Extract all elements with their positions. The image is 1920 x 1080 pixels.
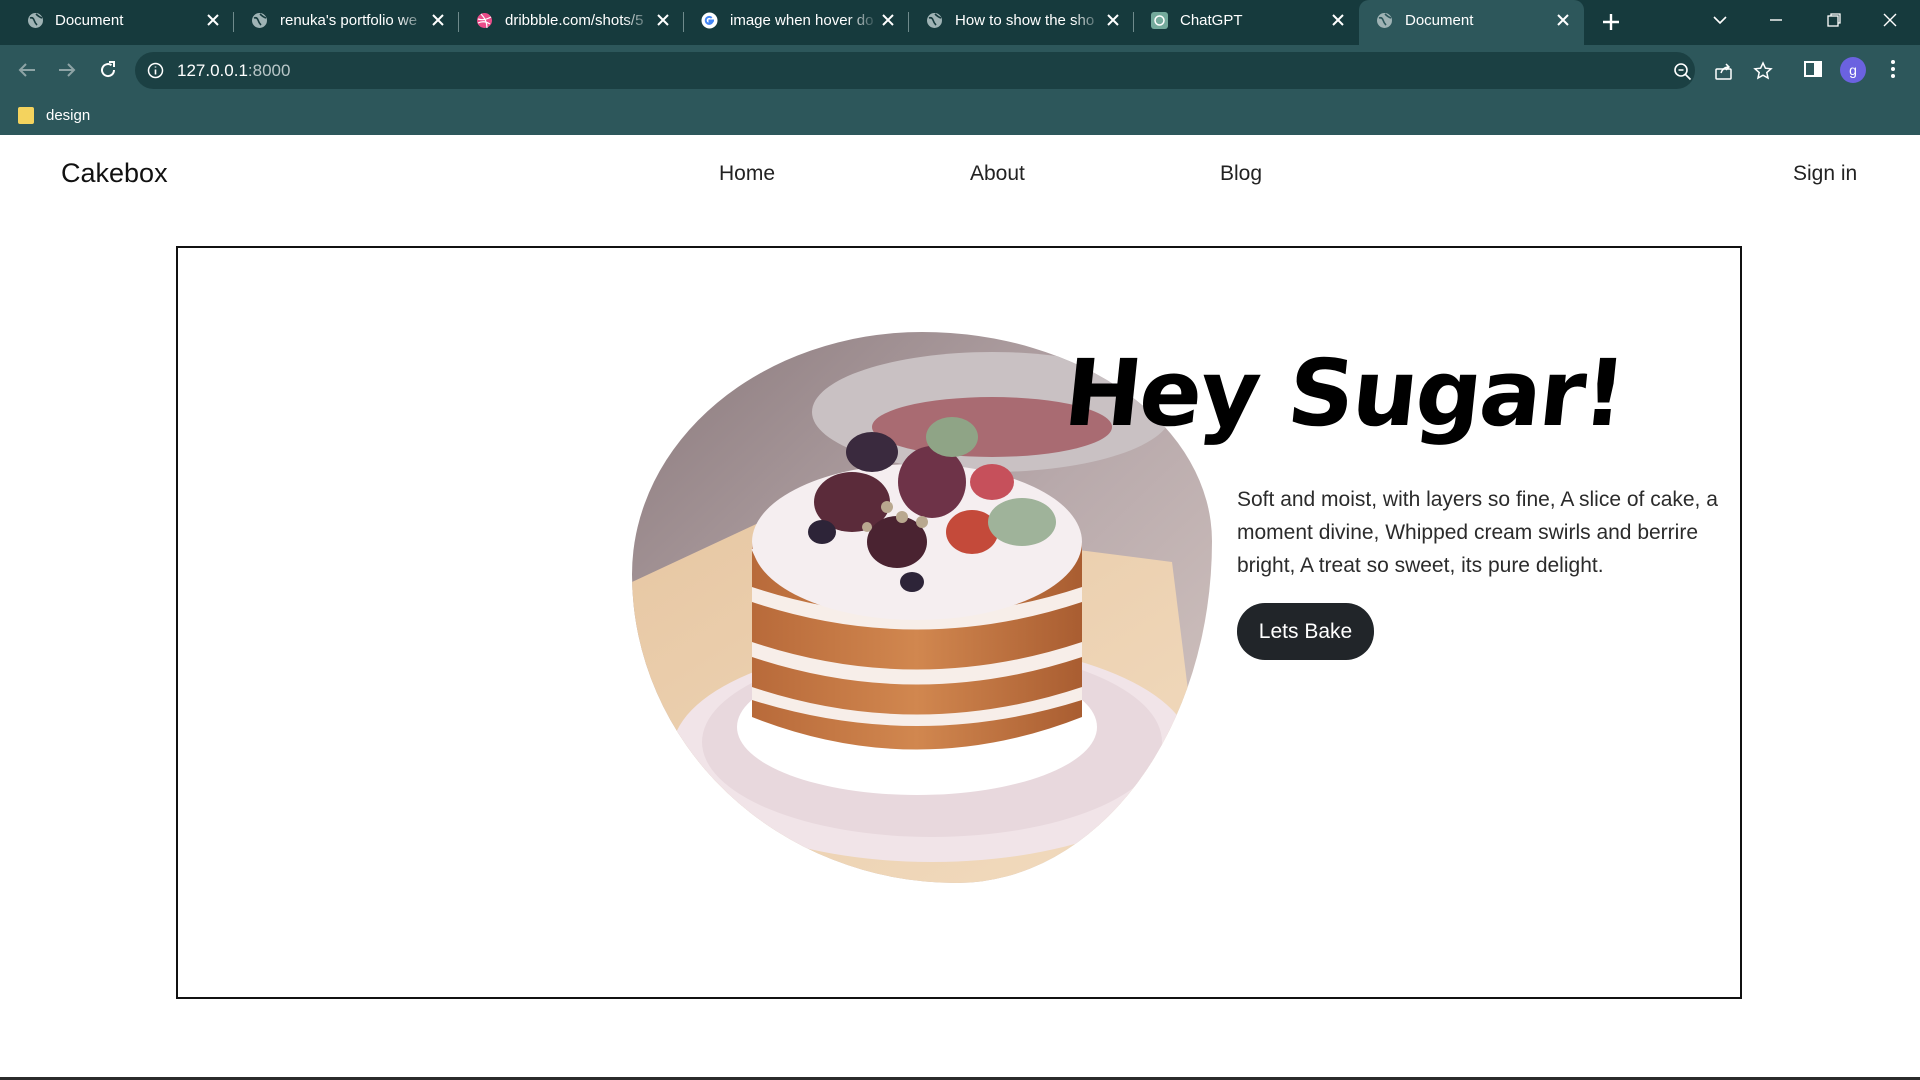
window-close-icon[interactable] bbox=[1876, 8, 1904, 32]
globe-icon bbox=[1376, 12, 1393, 29]
bookmarks-bar: design bbox=[0, 95, 1920, 135]
profile-avatar[interactable]: g bbox=[1840, 57, 1866, 83]
folder-icon bbox=[18, 106, 34, 124]
sign-in-link[interactable]: Sign in bbox=[1793, 162, 1857, 186]
tab-title: renuka's portfolio we bbox=[280, 12, 418, 29]
site-info-icon[interactable] bbox=[147, 62, 164, 79]
google-icon bbox=[701, 12, 718, 29]
browser-toolbar: 127.0.0.1:8000 g bbox=[0, 45, 1920, 95]
site-logo[interactable]: Cakebox bbox=[61, 158, 168, 189]
share-icon[interactable] bbox=[1713, 61, 1733, 81]
zoom-icon[interactable] bbox=[1672, 61, 1692, 81]
close-icon[interactable] bbox=[205, 12, 221, 28]
close-icon[interactable] bbox=[1330, 12, 1346, 28]
close-icon[interactable] bbox=[655, 12, 671, 28]
nav-link-about[interactable]: About bbox=[970, 162, 1025, 186]
tab-title: dribbble.com/shots/5 bbox=[505, 12, 644, 29]
globe-icon bbox=[926, 12, 943, 29]
browser-tab[interactable]: ChatGPT bbox=[1134, 0, 1359, 41]
tab-title: How to show the sho bbox=[955, 12, 1095, 29]
browser-tab[interactable]: Document bbox=[0, 0, 234, 41]
globe-icon bbox=[251, 12, 268, 29]
dribbble-icon bbox=[476, 12, 493, 29]
chatgpt-icon bbox=[1151, 12, 1168, 29]
side-panel-icon[interactable] bbox=[1802, 58, 1824, 80]
new-tab-button[interactable] bbox=[1600, 11, 1622, 33]
forward-icon[interactable] bbox=[54, 57, 80, 83]
browser-tab-strip: Document renuka's portfolio we dribbble.… bbox=[0, 0, 1920, 45]
lets-bake-button[interactable]: Lets Bake bbox=[1237, 603, 1374, 660]
close-icon[interactable] bbox=[1105, 12, 1121, 28]
tab-search-chevron-icon[interactable] bbox=[1706, 8, 1734, 32]
bookmark-label: design bbox=[46, 106, 91, 124]
reload-icon[interactable] bbox=[95, 57, 121, 83]
minimize-icon[interactable] bbox=[1762, 8, 1790, 32]
close-icon[interactable] bbox=[1555, 12, 1571, 28]
tab-title: Document bbox=[1405, 12, 1474, 29]
nav-link-blog[interactable]: Blog bbox=[1220, 162, 1262, 186]
url-port: :8000 bbox=[247, 61, 291, 80]
browser-tab[interactable]: image when hover do bbox=[684, 0, 909, 41]
kebab-menu-icon[interactable] bbox=[1882, 58, 1904, 80]
browser-tab-active[interactable]: Document bbox=[1359, 0, 1584, 45]
hero-description: Soft and moist, with layers so fine, A s… bbox=[1237, 488, 1718, 577]
tab-title: ChatGPT bbox=[1180, 12, 1243, 29]
tab-title: Document bbox=[55, 12, 124, 29]
restore-icon[interactable] bbox=[1820, 8, 1848, 32]
browser-tab[interactable]: renuka's portfolio we bbox=[234, 0, 459, 41]
browser-tab[interactable]: dribbble.com/shots/5 bbox=[459, 0, 684, 41]
close-icon[interactable] bbox=[430, 12, 446, 28]
nav-link-home[interactable]: Home bbox=[719, 162, 775, 186]
hero-title: Hey Sugar! bbox=[1059, 340, 1630, 447]
globe-icon bbox=[27, 12, 44, 29]
tab-title: image when hover do bbox=[730, 12, 874, 29]
url-host: 127.0.0.1 bbox=[177, 61, 248, 80]
url-text: 127.0.0.1:8000 bbox=[177, 61, 290, 81]
close-icon[interactable] bbox=[880, 12, 896, 28]
address-bar[interactable]: 127.0.0.1:8000 bbox=[135, 52, 1695, 89]
bookmark-star-icon[interactable] bbox=[1753, 61, 1773, 81]
browser-tab[interactable]: How to show the sho bbox=[909, 0, 1134, 41]
bookmark-folder-design[interactable]: design bbox=[18, 105, 90, 125]
back-icon[interactable] bbox=[14, 57, 40, 83]
